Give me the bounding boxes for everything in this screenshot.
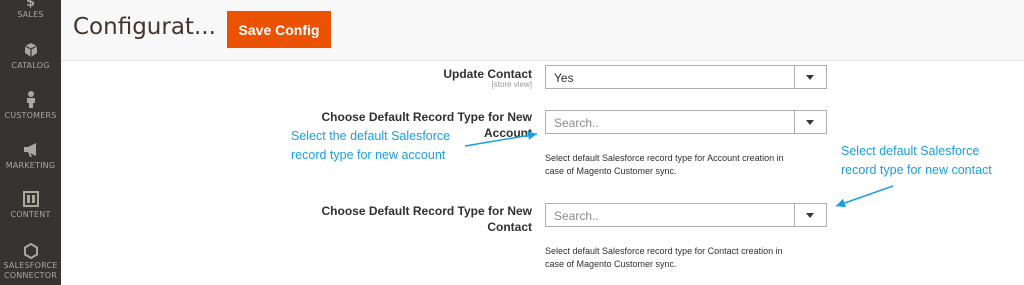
contact-arrow xyxy=(835,185,894,208)
callout-arrows xyxy=(464,131,894,208)
account-arrow xyxy=(464,131,538,147)
